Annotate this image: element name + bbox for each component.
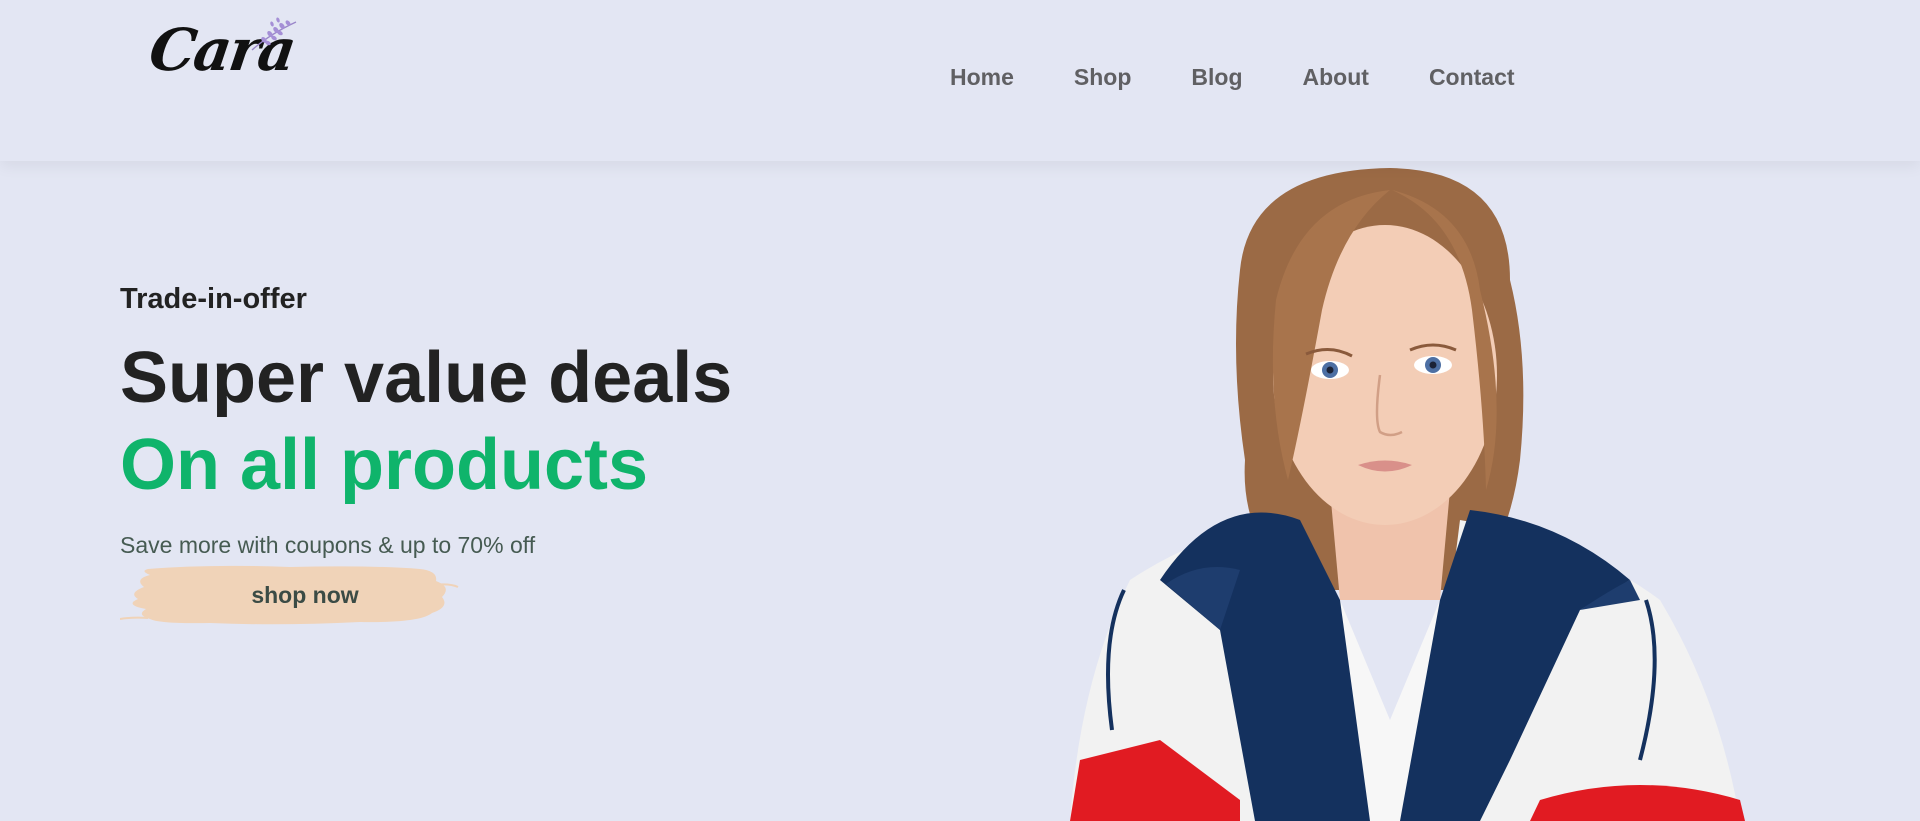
hero-eyebrow: Trade-in-offer [120, 283, 307, 315]
nav-item-shop[interactable]: Shop [1074, 64, 1132, 91]
nav-item-contact[interactable]: Contact [1429, 64, 1515, 91]
hero-headline: Super value deals [120, 338, 733, 418]
hero-copy: Trade-in-offer Super value deals On all … [120, 283, 732, 632]
lavender-sprig-icon [251, 17, 297, 51]
site-header: Cara Home Shop Blog About Contact [0, 0, 1920, 161]
shop-now-label: shop now [251, 581, 359, 608]
brand-logo[interactable]: Cara [145, 14, 300, 84]
nav-item-blog[interactable]: Blog [1191, 64, 1242, 91]
hero-highlight-headline: On all products [120, 425, 649, 505]
shop-now-button[interactable]: shop now [120, 563, 459, 627]
nav-item-home[interactable]: Home [950, 64, 1014, 91]
hero-model-image [1070, 168, 1745, 821]
main-nav: Home Shop Blog About Contact [950, 64, 1575, 91]
nav-item-about[interactable]: About [1303, 64, 1369, 91]
hero-subtext: Save more with coupons & up to 70% off [120, 532, 536, 558]
